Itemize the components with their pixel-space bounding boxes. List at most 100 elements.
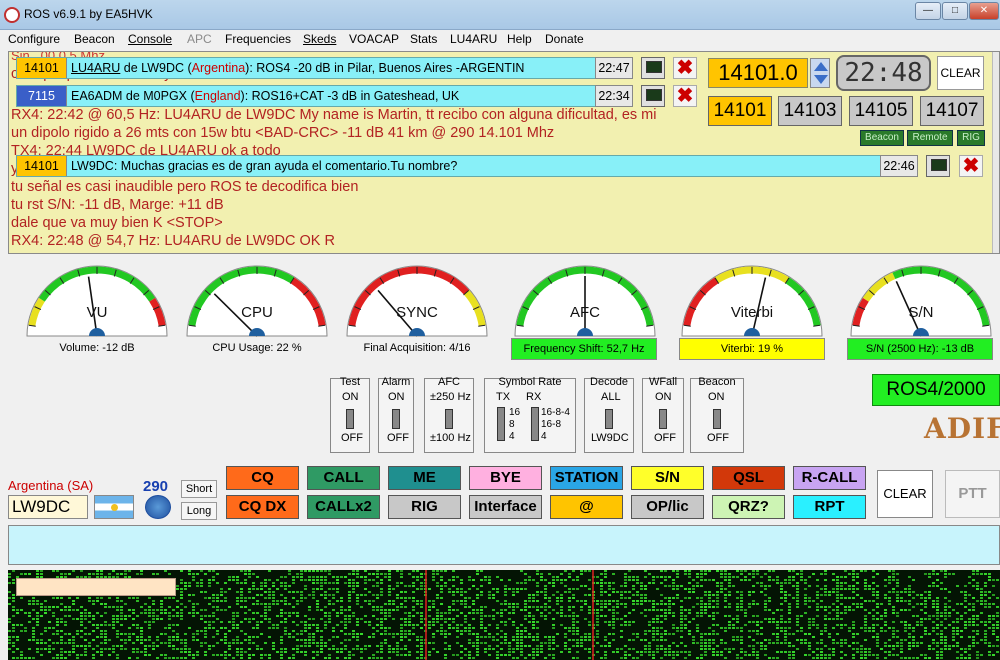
switch-knob[interactable] — [392, 409, 400, 429]
gauge-caption-sync: Final Acquisition: 4/16 — [363, 342, 471, 354]
macro-me-button[interactable]: ME — [388, 466, 461, 490]
clear-chat-button[interactable]: CLEAR — [937, 56, 984, 90]
station-strip-lu4aru[interactable]: 14101 LU4ARU de LW9DC (Argentina): ROS4 -… — [16, 57, 599, 79]
switch-beacon[interactable]: Beacon ON OFF — [690, 376, 744, 453]
station-strip-lw9dc[interactable]: 14101 LW9DC: Muchas gracias es de gran ay… — [16, 155, 882, 177]
menu-help[interactable]: Help — [507, 32, 532, 46]
mode-indicator[interactable]: ROS4/2000 — [872, 374, 1000, 406]
macro-bye-button[interactable]: BYE — [469, 466, 542, 490]
switch-knob[interactable] — [445, 409, 453, 429]
switch-knob[interactable] — [605, 409, 613, 429]
long-path-button[interactable]: Long — [181, 502, 217, 520]
symbol-tx-knob[interactable] — [497, 407, 505, 441]
short-path-button[interactable]: Short — [181, 480, 217, 498]
remote-status-button[interactable]: Remote — [907, 130, 953, 146]
macro-call-button[interactable]: CALL — [307, 466, 380, 490]
switch-decode[interactable]: Decode ALL LW9DC — [584, 376, 634, 453]
menu-skeds[interactable]: Skeds — [303, 32, 336, 46]
macro-cqdx-button[interactable]: CQ DX — [226, 495, 299, 519]
gauge-cpu: CPU — [182, 262, 332, 348]
switch-knob[interactable] — [713, 409, 721, 429]
macro-oplic-button[interactable]: OP/lic — [631, 495, 704, 519]
macro-qrz-button[interactable]: QRZ? — [712, 495, 785, 519]
switch-off-label: OFF — [654, 432, 676, 444]
strip-country: Argentina — [191, 61, 246, 75]
menu-donate[interactable]: Donate — [545, 32, 584, 46]
gauge-label: CPU — [241, 304, 273, 321]
strip-time: 22:46 — [880, 155, 918, 177]
gauge-sync: SYNC — [342, 262, 492, 348]
macro-rpt-button[interactable]: RPT — [793, 495, 866, 519]
switch-title: Decode — [590, 376, 628, 388]
frequency-spinner[interactable] — [810, 58, 830, 88]
computer-icon[interactable] — [641, 85, 665, 107]
menu-apc[interactable]: APC — [187, 32, 212, 46]
chat-line: tu rst S/N: -11 dB, Marge: +11 dB — [11, 197, 224, 213]
delete-strip-icon[interactable]: ✖ — [673, 57, 697, 79]
adif-logo[interactable]: ADIF — [924, 414, 1000, 446]
menu-console[interactable]: Console — [128, 32, 172, 46]
switch-afc[interactable]: AFC ±250 Hz ±100 Hz — [424, 376, 474, 453]
switch-symbol-rate[interactable]: Symbol Rate TX RX 16 8 4 16-8-4 16-8 4 — [484, 376, 576, 453]
symbol-tx-16: 16 — [509, 407, 521, 418]
macro-cq-button[interactable]: CQ — [226, 466, 299, 490]
switch-wfall[interactable]: WFall ON OFF — [642, 376, 684, 453]
ptt-button[interactable]: PTT — [945, 470, 1000, 518]
delete-strip-icon[interactable]: ✖ — [673, 85, 697, 107]
switch-knob[interactable] — [346, 409, 354, 429]
switch-alarm[interactable]: Alarm ON OFF — [378, 376, 414, 453]
macro-callx2-button[interactable]: CALLx2 — [307, 495, 380, 519]
macro-rcall-button[interactable]: R-CALL — [793, 466, 866, 490]
preset-14105[interactable]: 14105 — [849, 96, 913, 126]
macro-at-button[interactable]: @ — [550, 495, 623, 519]
preset-14103[interactable]: 14103 — [778, 96, 842, 126]
menu-stats[interactable]: Stats — [410, 32, 437, 46]
preset-14107[interactable]: 14107 — [920, 96, 984, 126]
macro-station-button[interactable]: STATION — [550, 466, 623, 490]
menu-configure[interactable]: Configure — [8, 32, 60, 46]
close-window-button[interactable]: ✕ — [969, 2, 999, 20]
menu-voacap[interactable]: VOACAP — [349, 32, 399, 46]
gauge-label: VU — [86, 304, 108, 321]
macro-interface-button[interactable]: Interface — [469, 495, 542, 519]
switch-test[interactable]: Test ON OFF — [330, 376, 370, 453]
switch-title: AFC — [438, 376, 460, 388]
macro-qsl-button[interactable]: QSL — [712, 466, 785, 490]
waterfall-display[interactable] — [8, 570, 1000, 660]
switch-knob[interactable] — [659, 409, 667, 429]
strip-time: 22:34 — [595, 85, 633, 107]
macro-rig-button[interactable]: RIG — [388, 495, 461, 519]
minimize-button[interactable]: — — [915, 2, 941, 20]
callsign-field[interactable]: LW9DC — [8, 495, 88, 519]
beacon-status-button[interactable]: Beacon — [860, 130, 904, 146]
title-bar: ROS v6.9.1 by EA5HVK — □ ✕ — [0, 0, 1000, 30]
strip-callsign[interactable]: LW9DC — [71, 159, 114, 173]
globe-icon[interactable] — [145, 495, 171, 519]
symbol-rx-knob[interactable] — [531, 407, 539, 441]
clear-tx-button[interactable]: CLEAR — [877, 470, 933, 518]
computer-icon[interactable] — [641, 57, 665, 79]
menu-beacon[interactable]: Beacon — [74, 32, 115, 46]
maximize-button[interactable]: □ — [942, 2, 968, 20]
gauge-afc: AFC — [510, 262, 660, 348]
menu-lu4aru[interactable]: LU4ARU — [450, 32, 497, 46]
preset-14101[interactable]: 14101 — [708, 96, 772, 126]
frequency-display[interactable]: 14101.0 — [708, 58, 808, 88]
symbol-rx-4: 4 — [541, 431, 547, 442]
chat-line: un dipolo rigido a 26 mts con 15w btu <B… — [11, 125, 555, 141]
computer-icon[interactable] — [926, 155, 950, 177]
strip-callsign[interactable]: LU4ARU — [71, 61, 120, 75]
strip-frequency: 7115 — [17, 86, 67, 106]
menu-frequencies[interactable]: Frequencies — [225, 32, 291, 46]
delete-strip-icon[interactable]: ✖ — [959, 155, 983, 177]
strip-time: 22:47 — [595, 57, 633, 79]
rig-status-button[interactable]: RIG — [957, 130, 985, 146]
strip-text: : Muchas gracias es de gran ayuda el com… — [113, 159, 458, 173]
transmit-text-field[interactable] — [8, 525, 1000, 565]
symbol-tx-label: TX — [496, 391, 511, 403]
country-label: Argentina (SA) — [8, 478, 94, 493]
station-strip-ea6adm[interactable]: 7115 EA6ADM de M0PGX (England): ROS16+CAT… — [16, 85, 599, 107]
macro-sn-button[interactable]: S/N — [631, 466, 704, 490]
chat-scrollbar[interactable] — [992, 52, 999, 253]
strip-callsign[interactable]: EA6ADM — [71, 89, 122, 103]
